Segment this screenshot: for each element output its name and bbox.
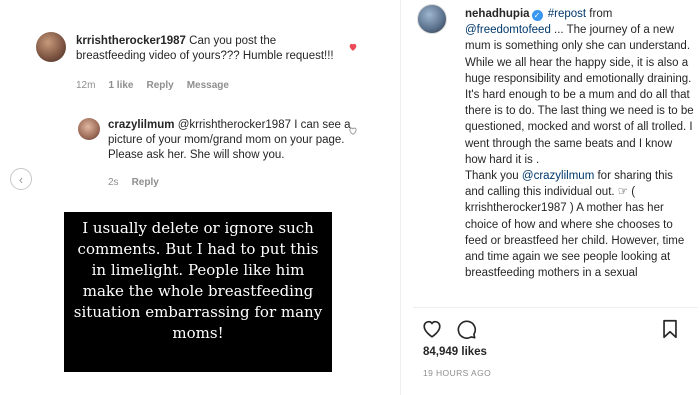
from-text: from: [589, 8, 613, 20]
main-comment-message-button[interactable]: Message: [187, 80, 229, 91]
heart-outline-icon[interactable]: [421, 318, 443, 340]
heart-outline-icon[interactable]: [348, 126, 358, 136]
main-comment: krrishtherocker1987 Can you post the bre…: [76, 34, 341, 64]
post-media: ‹ krrishtherocker1987 Can you post the b…: [0, 0, 400, 395]
main-comment-username[interactable]: krrishtherocker1987: [76, 35, 186, 47]
thanks-mention[interactable]: @crazylilmum: [522, 170, 594, 182]
reply-mention[interactable]: @krrishtherocker1987: [178, 119, 291, 131]
comment-icon[interactable]: [455, 318, 477, 340]
author-avatar[interactable]: [417, 4, 447, 34]
main-comment-meta: 12m 1 like Reply Message: [76, 80, 229, 91]
reply-meta: 2s Reply: [108, 177, 159, 188]
story-text-note: I usually delete or ignore such comments…: [64, 212, 332, 372]
commenter-avatar: [36, 32, 66, 62]
comment-screenshot: krrishtherocker1987 Can you post the bre…: [30, 18, 375, 203]
caption-body-1: ... The journey of a new mum is somethin…: [465, 24, 694, 166]
heart-filled-icon[interactable]: [348, 42, 358, 52]
post-caption: nehadhupia ✓ #repost from @freedomtofeed …: [465, 6, 695, 281]
post-sidebar: nehadhupia ✓ #repost from @freedomtofeed …: [400, 0, 700, 395]
likes-count[interactable]: 84,949 likes: [423, 346, 487, 358]
caption-thanks: Thank you: [465, 170, 519, 183]
reply-comment: crazylilmum @krrishtherocker1987 I can s…: [108, 118, 353, 163]
reply-reply-button[interactable]: Reply: [132, 177, 159, 188]
reply-username[interactable]: crazylilmum: [108, 119, 174, 131]
main-comment-reply-button[interactable]: Reply: [146, 80, 173, 91]
post-timestamp[interactable]: 19 HOURS AGO: [423, 368, 491, 378]
main-comment-likes[interactable]: 1 like: [108, 80, 133, 91]
chevron-left-icon[interactable]: ‹: [10, 168, 32, 190]
author-username[interactable]: nehadhupia: [465, 8, 530, 20]
bookmark-icon[interactable]: [659, 318, 681, 340]
main-comment-time: 12m: [76, 80, 96, 91]
verified-badge-icon: ✓: [531, 10, 543, 21]
reply-time: 2s: [108, 177, 119, 188]
replier-avatar: [78, 118, 100, 140]
caption-body-2: for sharing this and calling this indivi…: [465, 170, 685, 280]
source-mention[interactable]: @freedomtofeed: [465, 24, 551, 36]
actions-divider: [413, 307, 698, 308]
repost-hashtag[interactable]: #repost: [548, 8, 586, 20]
